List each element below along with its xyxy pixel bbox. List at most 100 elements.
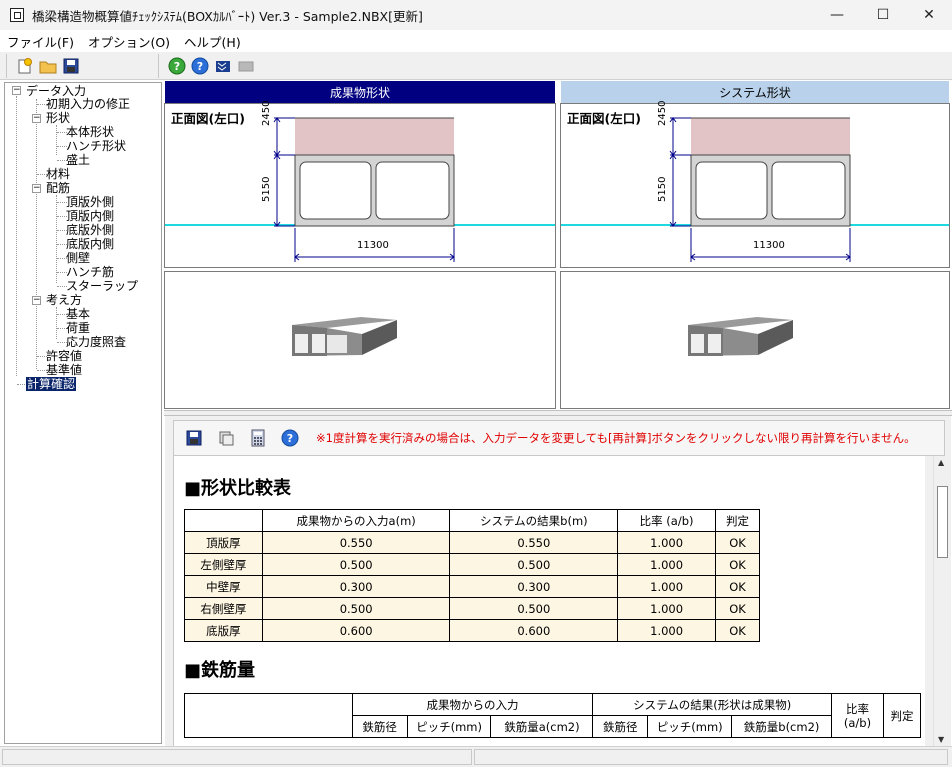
recalculate-button[interactable]: [248, 428, 268, 448]
tree-node-basic[interactable]: 基本: [66, 307, 90, 321]
status-bar: [0, 746, 952, 767]
table-header: [184, 693, 353, 738]
tree-node-concept[interactable]: 考え方: [46, 293, 82, 307]
panel-header-deliverable: 成果物形状: [165, 81, 555, 103]
cell: 0.300: [449, 575, 619, 598]
tree-node-shape[interactable]: 形状: [46, 111, 70, 125]
cell: 0.550: [449, 531, 619, 554]
file-toolbar-group: [6, 54, 81, 78]
tree-node-haunch-shape[interactable]: ハンチ形状: [66, 139, 126, 153]
tree-node-calc-confirm[interactable]: 計算確認: [26, 377, 77, 391]
cell: OK: [715, 619, 760, 642]
close-button[interactable]: ✕: [906, 0, 952, 30]
front-view-panel-system: 正面図(左口) 2450 5150 11300: [560, 100, 950, 268]
tree-node-material[interactable]: 材料: [46, 167, 70, 181]
table-header: 判定: [882, 693, 922, 738]
save-button[interactable]: [61, 56, 81, 76]
new-file-icon: [18, 58, 32, 74]
green-help-icon: ?: [168, 57, 186, 75]
table-row: 中壁厚 0.300 0.300 1.000 OK: [184, 575, 760, 598]
svg-text:?: ?: [287, 432, 293, 445]
tree-collapse-icon[interactable]: −: [32, 184, 41, 193]
panel-header-system: システム形状: [561, 81, 949, 103]
tree-node-rebar[interactable]: 配筋: [46, 181, 70, 195]
tree-node-haunch-rebar[interactable]: ハンチ筋: [66, 265, 114, 279]
table-header: 判定: [715, 509, 760, 532]
report-document: ■形状比較表 成果物からの入力a(m) システムの結果b(m) 比率 (a/b)…: [173, 456, 925, 746]
cell: 0.300: [261, 575, 451, 598]
report-print-button[interactable]: [216, 428, 236, 448]
cell: 1.000: [617, 619, 717, 642]
new-file-button[interactable]: [15, 56, 35, 76]
dim-label-top: 2450: [261, 100, 272, 126]
app-icon: [10, 8, 24, 22]
table-header: 成果物からの入力a(m): [261, 509, 451, 532]
dim-label-width: 11300: [753, 240, 785, 251]
scroll-up-icon[interactable]: ▲: [938, 458, 944, 467]
save-icon: [63, 58, 79, 74]
table-header: 鉄筋径: [351, 715, 408, 738]
cell: OK: [715, 553, 760, 576]
box-culvert-3d-icon: [688, 317, 793, 356]
help-icon: ?: [191, 57, 209, 75]
tree-node-stress-check[interactable]: 応力度照査: [66, 335, 126, 349]
row-label: 左側壁厚: [184, 553, 263, 576]
scroll-thumb[interactable]: [937, 486, 948, 558]
svg-text:?: ?: [197, 60, 203, 73]
status-cell: [2, 749, 472, 765]
tree-collapse-icon[interactable]: −: [32, 296, 41, 305]
rebar-table: 成果物からの入力 システムの結果(形状は成果物) 比率 (a/b) 判定 鉄筋径…: [184, 693, 922, 738]
table-header: 比率 (a/b): [831, 693, 884, 738]
report-area: ? ※1度計算を実行済みの場合は、入力データを変更しても[再計算]ボタンをクリッ…: [165, 416, 951, 746]
save-icon: [186, 430, 202, 446]
tree-collapse-icon[interactable]: −: [12, 86, 21, 95]
manual-button[interactable]: [213, 56, 233, 76]
dim-label-height: 5150: [261, 176, 272, 202]
tree-node-init[interactable]: 初期入力の修正: [46, 97, 130, 111]
check-button[interactable]: ?: [167, 56, 187, 76]
tree-collapse-icon[interactable]: −: [32, 114, 41, 123]
menu-option[interactable]: オプション(O): [81, 32, 177, 51]
table-header: ピッチ(mm): [406, 715, 492, 738]
table-header-row: 成果物からの入力 システムの結果(形状は成果物) 比率 (a/b) 判定: [184, 693, 922, 738]
cell: 0.600: [261, 619, 451, 642]
tree-node-side-wall[interactable]: 側壁: [66, 251, 90, 265]
tree-node-stirrup[interactable]: スターラップ: [66, 279, 138, 293]
3d-view-panel-system: [560, 271, 950, 409]
help-button[interactable]: ?: [190, 56, 210, 76]
disabled-button[interactable]: [236, 56, 256, 76]
report-vertical-scrollbar[interactable]: ▲ ▼: [933, 456, 950, 746]
help-toolbar-group: ? ?: [158, 54, 256, 78]
tree-node-load[interactable]: 荷重: [66, 321, 90, 335]
tree-node-bottom-inner[interactable]: 底版内側: [66, 237, 114, 251]
minimize-button[interactable]: —: [814, 0, 860, 30]
tree-node-body-shape[interactable]: 本体形状: [66, 125, 114, 139]
status-cell: [474, 749, 948, 765]
tree-node-top-inner[interactable]: 頂版内側: [66, 209, 114, 223]
tree-node-bottom-outer[interactable]: 底版外側: [66, 223, 114, 237]
tree-node-data-input[interactable]: データ入力: [26, 84, 86, 98]
report-help-button[interactable]: ?: [280, 428, 300, 448]
tree-node-embankment[interactable]: 盛土: [66, 153, 90, 167]
report-toolbar: ? ※1度計算を実行済みの場合は、入力データを変更しても[再計算]ボタンをクリッ…: [173, 420, 945, 456]
tree-node-allowable[interactable]: 許容値: [46, 349, 82, 363]
help-icon: ?: [281, 429, 299, 447]
open-folder-button[interactable]: [38, 56, 58, 76]
table-header: 比率 (a/b): [617, 509, 717, 532]
menu-file[interactable]: ファイル(F): [0, 32, 81, 51]
tree-node-top-outer[interactable]: 頂版外側: [66, 195, 114, 209]
report-save-button[interactable]: [184, 428, 204, 448]
cell: 0.500: [261, 553, 451, 576]
tree-view[interactable]: − データ入力 初期入力の修正 − 形状 本体形状 ハンチ形状 盛土 材料 − …: [4, 82, 162, 744]
tree-node-standard[interactable]: 基準値: [46, 363, 82, 377]
dim-label-top: 2450: [657, 100, 668, 126]
table-header: システムの結果b(m): [449, 509, 619, 532]
table-header: 成果物からの入力: [351, 693, 594, 716]
scroll-down-icon[interactable]: ▼: [938, 735, 944, 744]
print-icon: [219, 431, 234, 446]
cell: 0.600: [449, 619, 619, 642]
menu-help[interactable]: ヘルプ(H): [177, 32, 248, 51]
svg-text:?: ?: [174, 60, 180, 73]
disabled-icon: [238, 61, 254, 72]
maximize-button[interactable]: ☐: [860, 0, 906, 30]
